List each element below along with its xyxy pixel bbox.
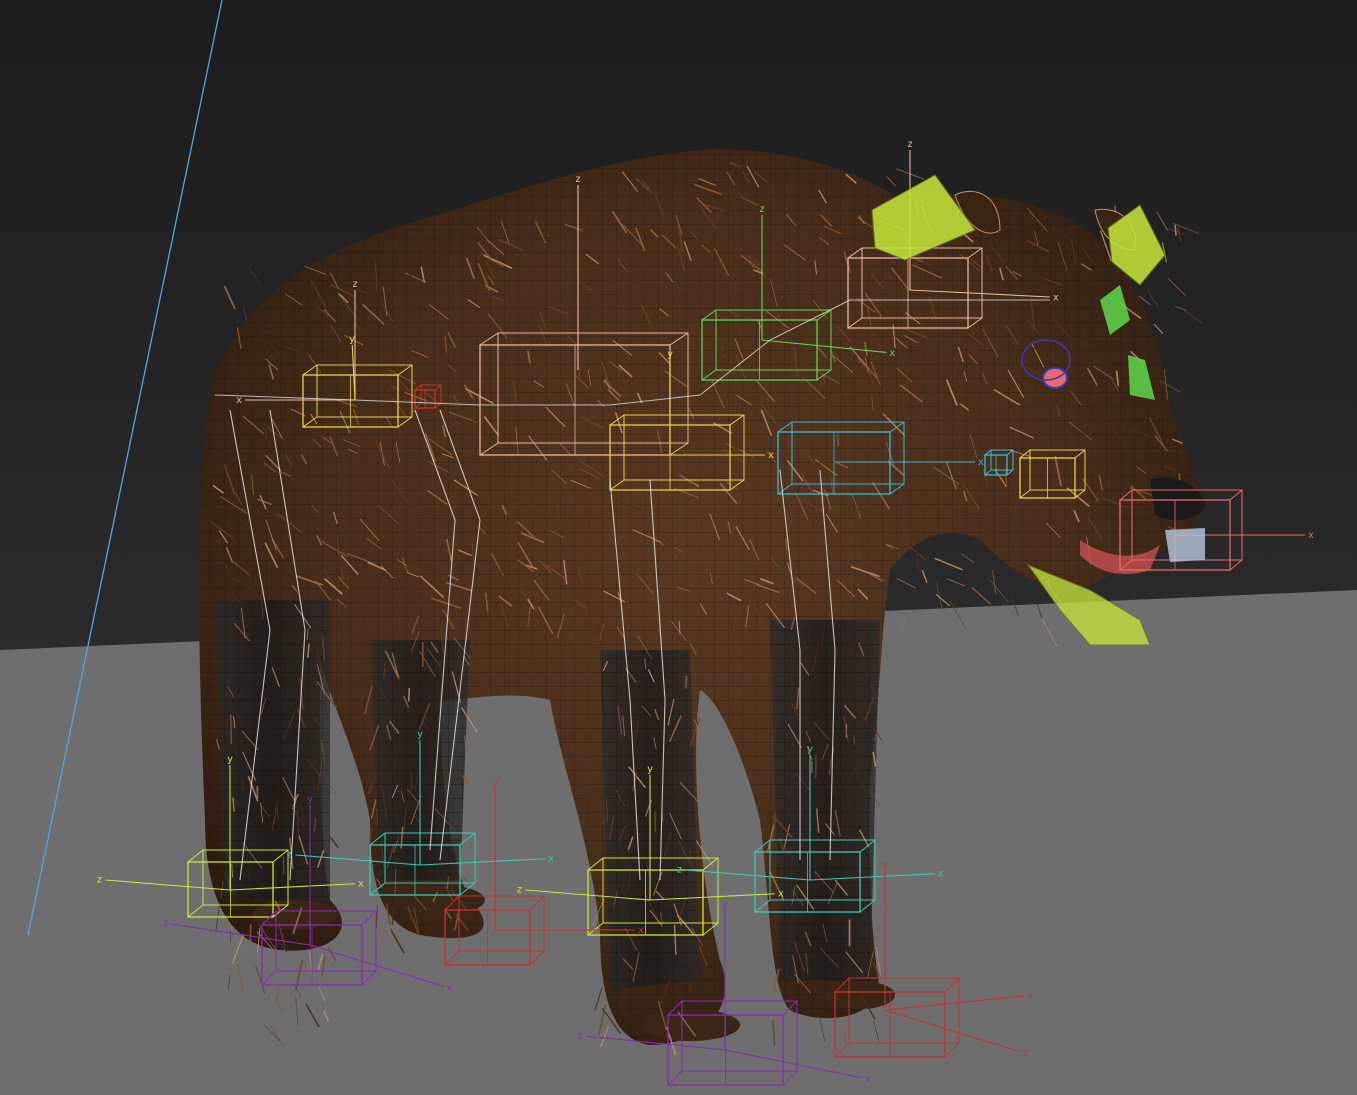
- svg-text:y: y: [227, 754, 233, 765]
- svg-text:y: y: [307, 794, 313, 805]
- svg-text:z: z: [352, 279, 358, 290]
- svg-text:x: x: [865, 1074, 871, 1085]
- svg-text:y: y: [882, 859, 888, 870]
- svg-text:x: x: [778, 888, 784, 899]
- svg-text:z: z: [163, 918, 169, 929]
- svg-text:x: x: [446, 983, 452, 994]
- svg-text:x: x: [1053, 292, 1059, 303]
- svg-text:z: z: [759, 204, 765, 215]
- svg-text:y: y: [807, 744, 813, 755]
- 3d-viewport[interactable]: zxyzxyzxzxxxzyxzyxzyxzyxzyxyxzyxyxz: [0, 0, 1357, 1095]
- viewport-canvas[interactable]: zxyzxyzxzxxxzyxzyxzyxzyxzyxyxzyxyxz: [0, 0, 1357, 1095]
- svg-text:x: x: [1027, 990, 1033, 1001]
- svg-text:y: y: [722, 899, 728, 910]
- nose-plane: [1165, 528, 1205, 562]
- svg-text:z: z: [516, 885, 522, 896]
- svg-text:y: y: [417, 729, 423, 740]
- svg-text:z: z: [676, 865, 682, 876]
- bear-leg-wire-1: [215, 600, 330, 900]
- svg-text:x: x: [978, 457, 984, 468]
- bear-leg-wire-4: [770, 620, 880, 980]
- svg-text:x: x: [938, 868, 944, 879]
- svg-text:y: y: [349, 334, 355, 345]
- svg-text:z: z: [577, 1030, 583, 1041]
- svg-text:x: x: [1308, 530, 1314, 541]
- svg-text:x: x: [548, 853, 554, 864]
- svg-text:z: z: [907, 139, 913, 150]
- svg-text:x: x: [638, 925, 644, 936]
- svg-text:y: y: [667, 349, 673, 360]
- svg-text:z: z: [575, 174, 581, 185]
- svg-text:z: z: [1021, 1048, 1027, 1059]
- svg-text:z: z: [96, 875, 102, 886]
- svg-text:y: y: [492, 779, 498, 790]
- svg-text:x: x: [768, 450, 774, 461]
- svg-text:x: x: [889, 348, 895, 359]
- svg-text:x: x: [236, 395, 242, 406]
- svg-text:y: y: [647, 764, 653, 775]
- svg-text:x: x: [358, 878, 364, 889]
